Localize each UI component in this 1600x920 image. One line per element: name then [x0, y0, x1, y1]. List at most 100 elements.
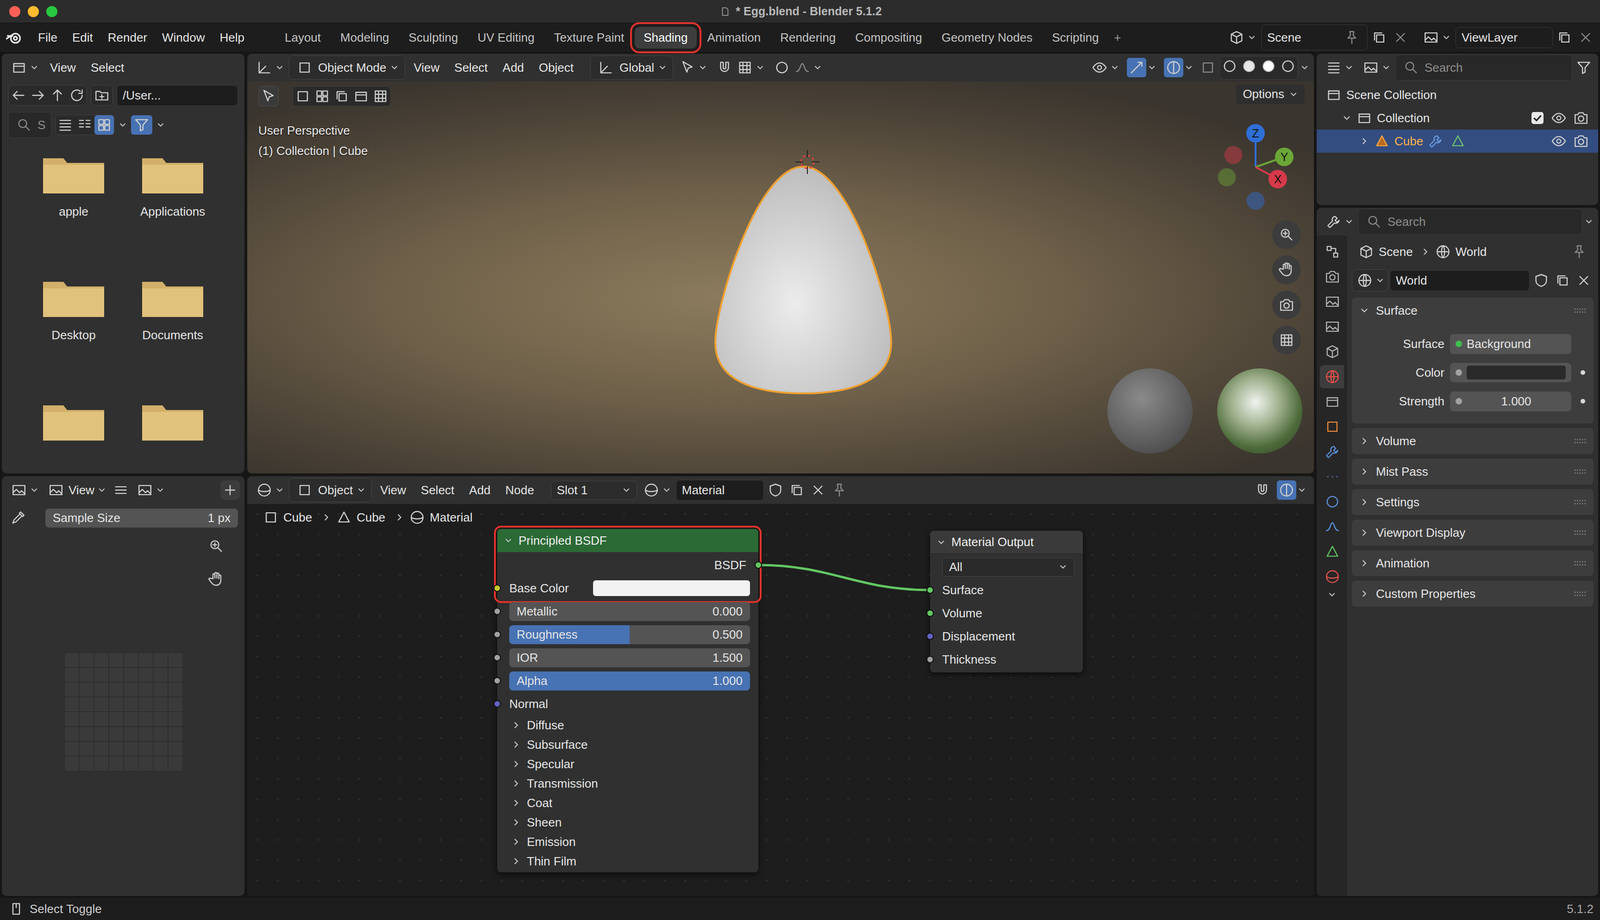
collapsed-chevron-icon[interactable]: [511, 759, 522, 770]
node-header[interactable]: Material Output: [930, 531, 1083, 555]
socket-dot[interactable]: [493, 607, 501, 616]
xray-icon[interactable]: [1198, 57, 1218, 78]
properties-tab[interactable]: [1319, 415, 1344, 439]
workspace-tab[interactable]: Modeling: [331, 26, 399, 49]
shader-editor-icon[interactable]: [254, 480, 275, 500]
editor-type-chevron-icon[interactable]: [1344, 62, 1354, 73]
editor-type-button[interactable]: [6, 56, 42, 79]
slot-dropdown[interactable]: Slot 1: [550, 481, 638, 500]
view-layer-icon[interactable]: [1421, 27, 1441, 48]
color-swatch[interactable]: [593, 580, 750, 597]
node-link[interactable]: [758, 565, 931, 591]
workspace-tab[interactable]: UV Editing: [468, 26, 544, 49]
filter-icon[interactable]: [1574, 57, 1594, 78]
editor-type-chevron-icon[interactable]: [29, 485, 39, 495]
orientation-chevron-icon[interactable]: [657, 62, 668, 73]
menu-item[interactable]: View: [406, 57, 446, 78]
editor-type-chevron-icon[interactable]: [1344, 217, 1354, 227]
collapsed-chevron-icon[interactable]: [511, 739, 522, 750]
drag-handle-icon[interactable]: [1574, 437, 1587, 445]
select-intersect-icon[interactable]: [370, 86, 391, 107]
grid-icon[interactable]: [1276, 330, 1297, 350]
properties-tab[interactable]: [1319, 390, 1344, 414]
node-header[interactable]: Principled BSDF: [497, 529, 759, 553]
forward-icon[interactable]: [28, 85, 48, 106]
properties-tab[interactable]: [1319, 540, 1344, 564]
workspace-tab[interactable]: Scripting: [1043, 26, 1108, 49]
property-value-field[interactable]: 1.000: [1450, 391, 1572, 412]
panel-header[interactable]: Viewport Display: [1351, 519, 1594, 546]
panel-header[interactable]: Surface: [1351, 297, 1594, 324]
hand-icon[interactable]: [1276, 260, 1297, 280]
view-chevron-icon[interactable]: [97, 485, 107, 495]
visibility-chevron-icon[interactable]: [1110, 62, 1120, 73]
thumbnail-view-icon[interactable]: [94, 115, 114, 135]
new-folder-icon[interactable]: [92, 85, 112, 106]
drag-handle-icon[interactable]: [1574, 307, 1587, 314]
socket-dot[interactable]: [926, 656, 934, 664]
collapsed-chevron-icon[interactable]: [511, 720, 522, 731]
snap-icon[interactable]: [714, 57, 735, 78]
outliner-search[interactable]: Search: [1395, 54, 1573, 81]
minimize-button[interactable]: [27, 6, 39, 18]
menu-item[interactable]: Edit: [65, 27, 100, 48]
display-mode-chevron-icon[interactable]: [1381, 62, 1391, 73]
collapsed-chevron-icon[interactable]: [511, 778, 522, 789]
menu-item[interactable]: View: [66, 483, 97, 498]
hand-icon[interactable]: [206, 569, 226, 590]
shader-type-dropdown[interactable]: Object: [288, 478, 372, 503]
filter-icon[interactable]: [131, 115, 152, 135]
select-invert-icon[interactable]: [351, 86, 371, 107]
panel-header[interactable]: Custom Properties: [1351, 581, 1594, 607]
menu-item[interactable]: View: [43, 57, 83, 78]
value-slider[interactable]: Alpha 1.000: [509, 671, 750, 691]
more-tabs-chevron-icon[interactable]: [1327, 590, 1337, 600]
material-chevron-icon[interactable]: [662, 485, 672, 495]
view-layer-field[interactable]: ViewLayer: [1455, 27, 1553, 49]
falloff-icon[interactable]: [792, 57, 813, 78]
options-chevron-icon[interactable]: [1288, 89, 1299, 100]
display-mode-button[interactable]: [1358, 56, 1394, 79]
world-icon[interactable]: [1355, 270, 1375, 291]
ortho-button[interactable]: [1272, 325, 1301, 355]
zoom-button[interactable]: [201, 531, 231, 561]
parent-icon[interactable]: [47, 85, 68, 106]
socket-dot[interactable]: [493, 584, 501, 593]
overlay-button[interactable]: [1161, 56, 1197, 79]
socket-dot[interactable]: [754, 561, 763, 569]
snap-target-icon[interactable]: [735, 57, 755, 78]
visibility-icon[interactable]: [1549, 108, 1569, 128]
list-view-icon[interactable]: [55, 115, 75, 135]
orientation-dropdown[interactable]: Global: [590, 55, 674, 80]
visibility-button[interactable]: [1087, 56, 1123, 79]
pin-icon[interactable]: [1569, 242, 1589, 262]
collapsed-chevron-icon[interactable]: [511, 856, 522, 867]
drag-handle-icon[interactable]: [1574, 468, 1587, 475]
overlay-button[interactable]: [1274, 479, 1310, 501]
exclude-checkbox[interactable]: [1531, 112, 1544, 125]
select-new-icon[interactable]: [293, 86, 313, 107]
menu-icon[interactable]: [111, 480, 131, 500]
properties-tab[interactable]: [1319, 315, 1344, 339]
new-image-button[interactable]: [220, 480, 240, 500]
properties-editor-icon[interactable]: [1324, 212, 1344, 232]
pivot-button[interactable]: [675, 56, 711, 79]
keyframe-dot[interactable]: [1580, 370, 1586, 375]
folder-item[interactable]: [124, 400, 222, 474]
properties-tab[interactable]: [1319, 565, 1344, 589]
value-slider[interactable]: IOR 1.500: [509, 648, 750, 668]
mode-dropdown[interactable]: Object Mode: [288, 55, 406, 80]
shading-mode-button[interactable]: [1219, 56, 1240, 80]
menu-item[interactable]: Window: [155, 27, 212, 48]
editor-type-button[interactable]: [6, 479, 42, 501]
menu-item[interactable]: Select: [447, 57, 494, 78]
outliner-row[interactable]: Cube: [1316, 129, 1599, 153]
properties-tab[interactable]: [1319, 365, 1344, 389]
file-search-field[interactable]: S: [8, 112, 52, 138]
properties-tab[interactable]: [1319, 265, 1344, 289]
material-icon[interactable]: [641, 480, 662, 500]
menu-item[interactable]: Add: [496, 57, 531, 78]
unlink-icon[interactable]: [808, 480, 828, 500]
mesh-data-icon[interactable]: [1448, 131, 1468, 151]
outliner-row[interactable]: Collection: [1316, 106, 1599, 130]
